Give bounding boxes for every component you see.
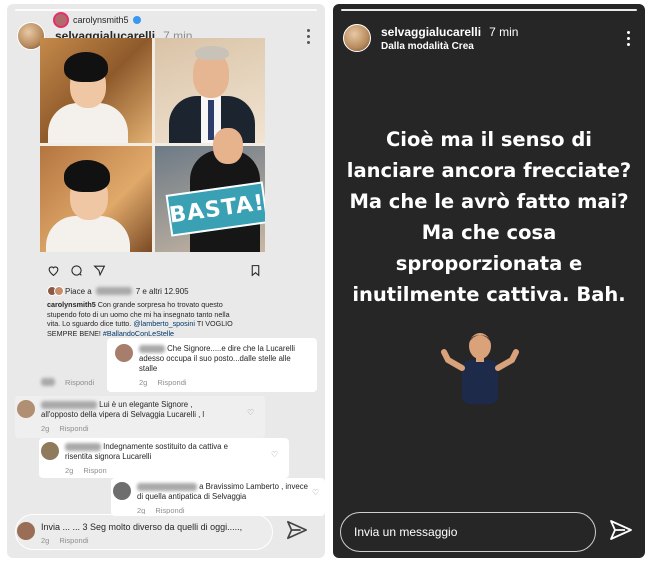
story-message: Cioè ma il senso di lanciare ancora frec… <box>346 128 632 306</box>
story-subtitle: Dalla modalità Crea <box>381 40 474 52</box>
avatar[interactable] <box>343 24 371 52</box>
commenter-avatar[interactable] <box>17 400 35 418</box>
reply-button[interactable]: Rispon <box>83 466 106 476</box>
comment-heart-icon[interactable]: ♡ <box>312 488 319 497</box>
send-icon[interactable] <box>609 518 633 542</box>
photo-woman-top <box>40 38 152 143</box>
heart-icon[interactable] <box>47 264 60 277</box>
story-left: carolynsmith5 selvaggialucarelli 7 min B… <box>7 4 325 558</box>
reply-placeholder: Invia un messaggio <box>354 525 458 539</box>
story-header: selvaggialucarelli 7 min Dalla modalità … <box>343 18 635 58</box>
comment-item: Indegnamente sostituito da cattiva e ris… <box>41 442 228 476</box>
comment-icon[interactable] <box>70 264 83 277</box>
post-actions <box>47 264 262 277</box>
comment-item: Lui è un elegante Signore , all'opposto … <box>17 400 204 434</box>
commenter-avatar[interactable] <box>115 344 133 362</box>
comment-item: Invia ... ... 3 Seg molto diverso da que… <box>17 522 242 546</box>
post-caption: carolynsmith5 Con grande sorpresa ho tro… <box>47 300 233 338</box>
reply-button[interactable]: Rispondi <box>59 536 88 546</box>
shrug-sticker <box>441 333 519 404</box>
comment-item: Che Signore.....e dire che la Lucarelli … <box>115 344 295 388</box>
commenter-avatar[interactable] <box>113 482 131 500</box>
kebab-menu-icon[interactable] <box>301 26 315 46</box>
story-username[interactable]: selvaggialucarelli <box>381 25 481 39</box>
commenter-avatar[interactable] <box>17 522 35 540</box>
commenter-avatar[interactable] <box>41 442 59 460</box>
story-time: 7 min <box>489 24 519 39</box>
comment-heart-icon[interactable]: ♡ <box>271 450 278 459</box>
post-photo: BASTA! <box>40 38 265 252</box>
photo-woman-bottom <box>40 146 152 252</box>
comment-item: a Bravissimo Lamberto , invece di quella… <box>113 482 308 516</box>
photo-man-top <box>155 38 265 143</box>
bookmark-icon[interactable] <box>249 264 262 277</box>
kebab-menu-icon[interactable] <box>621 28 635 48</box>
send-icon[interactable] <box>286 519 308 541</box>
story-progress-bar <box>341 9 637 11</box>
story-progress-bar <box>15 9 317 11</box>
share-icon[interactable] <box>93 264 106 277</box>
likes-line[interactable]: Piace a 7 e altri 12.905 <box>47 286 189 296</box>
comment-heart-icon[interactable]: ♡ <box>247 408 254 417</box>
reply-button[interactable]: Rispondi <box>157 378 186 388</box>
reply-button[interactable]: Rispondi <box>59 424 88 434</box>
